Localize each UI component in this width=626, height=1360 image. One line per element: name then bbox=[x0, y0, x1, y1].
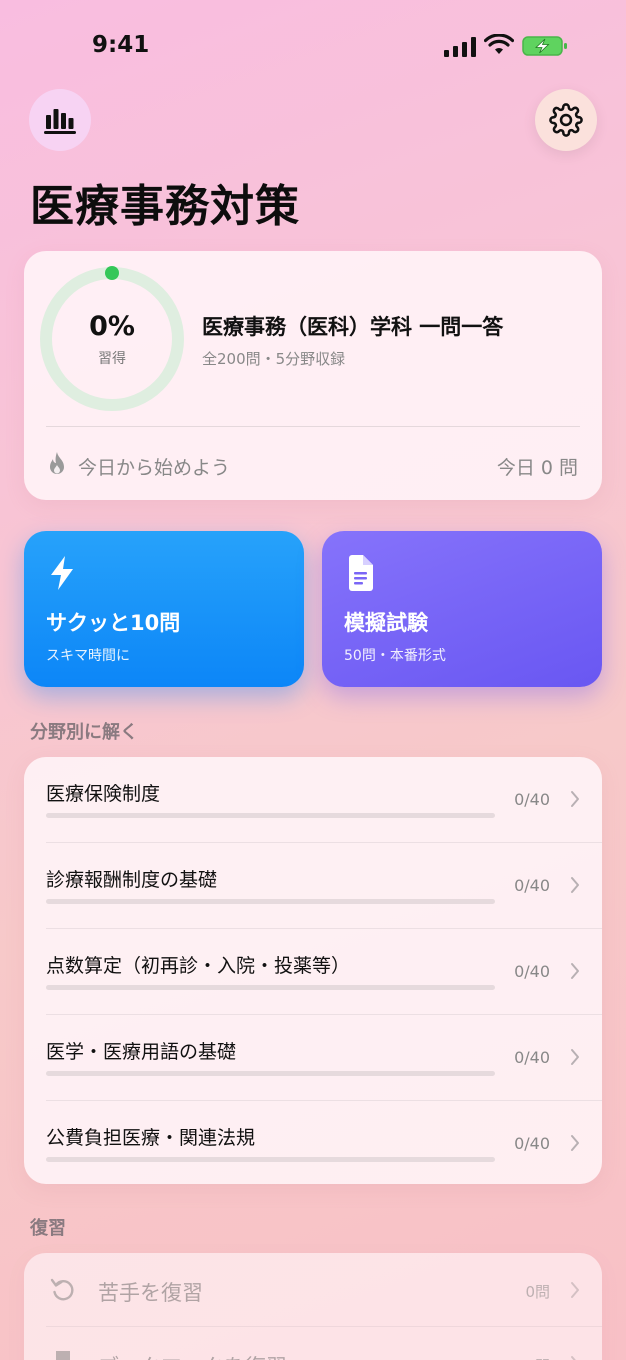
mastery-caption: 習得 bbox=[98, 351, 126, 367]
category-name: 医学・医療用語の基礎 bbox=[46, 1041, 237, 1063]
quick-ten-button[interactable]: サクッと10問 スキマ時間に bbox=[24, 531, 304, 687]
undo-icon bbox=[50, 1278, 74, 1301]
mastery-percent: 0% bbox=[89, 311, 135, 342]
category-row[interactable]: 公費負担医療・関連法規 0/40 bbox=[24, 1101, 602, 1184]
chevron-right-icon bbox=[571, 1049, 579, 1065]
card-divider bbox=[46, 426, 580, 427]
review-bookmark-label: ブックマークを復習 bbox=[98, 1351, 287, 1360]
quick-ten-title: サクッと10問 bbox=[46, 611, 181, 635]
chevron-right-icon bbox=[571, 1135, 579, 1151]
category-count: 0/40 bbox=[514, 1048, 550, 1067]
today-count: 今日 0 問 bbox=[496, 457, 578, 479]
flame-icon bbox=[50, 452, 64, 474]
gear-icon bbox=[549, 103, 583, 137]
mock-exam-button[interactable]: 模擬試験 50問・本番形式 bbox=[322, 531, 602, 687]
category-progress-bar bbox=[46, 899, 495, 904]
settings-button[interactable] bbox=[535, 89, 597, 151]
category-progress-bar bbox=[46, 985, 495, 990]
category-row[interactable]: 点数算定（初再診・入院・投薬等） 0/40 bbox=[24, 929, 602, 1015]
review-row-weak[interactable]: 苦手を復習 0問 bbox=[24, 1253, 602, 1327]
page-title: 医療事務対策 bbox=[30, 181, 300, 232]
category-progress-bar bbox=[46, 813, 495, 818]
review-section-label: 復習 bbox=[30, 1218, 66, 1239]
review-row-bookmark[interactable]: ブックマークを復習 0問 bbox=[24, 1327, 602, 1360]
review-list: 苦手を復習 0問 ブックマークを復習 0問 bbox=[24, 1253, 602, 1360]
chevron-right-icon bbox=[571, 791, 579, 807]
wifi-icon bbox=[484, 34, 514, 54]
category-progress-bar bbox=[46, 1071, 495, 1076]
categories-section-label: 分野別に解く bbox=[30, 722, 138, 743]
course-title: 医療事務（医科）学科 一問一答 bbox=[202, 315, 504, 339]
category-name: 点数算定（初再診・入院・投薬等） bbox=[46, 955, 351, 977]
category-row[interactable]: 医学・医療用語の基礎 0/40 bbox=[24, 1015, 602, 1101]
review-weak-label: 苦手を復習 bbox=[98, 1281, 203, 1305]
category-name: 公費負担医療・関連法規 bbox=[46, 1127, 256, 1149]
category-name: 診療報酬制度の基礎 bbox=[46, 869, 218, 891]
chevron-right-icon bbox=[571, 877, 579, 893]
review-bookmark-count: 0問 bbox=[525, 1355, 550, 1360]
progress-card[interactable]: 0% 習得 医療事務（医科）学科 一問一答 全200問・5分野収録 今日から始め… bbox=[24, 251, 602, 500]
stats-button[interactable] bbox=[29, 89, 91, 151]
mock-exam-title: 模擬試験 bbox=[344, 611, 428, 635]
category-row[interactable]: 医療保険制度 0/40 bbox=[24, 757, 602, 843]
category-progress-bar bbox=[46, 1157, 495, 1162]
bookmark-icon bbox=[56, 1351, 70, 1360]
mock-exam-subtitle: 50問・本番形式 bbox=[344, 648, 446, 664]
document-icon bbox=[349, 555, 373, 591]
category-count: 0/40 bbox=[514, 790, 550, 809]
chevron-right-icon bbox=[571, 1356, 576, 1360]
chevron-right-icon bbox=[571, 1282, 579, 1298]
category-count: 0/40 bbox=[514, 962, 550, 981]
category-count: 0/40 bbox=[514, 876, 550, 895]
status-bar: 9:41 bbox=[0, 0, 626, 90]
cellular-signal-icon bbox=[444, 37, 476, 57]
course-subtitle: 全200問・5分野収録 bbox=[202, 350, 346, 368]
chevron-right-icon bbox=[571, 963, 579, 979]
category-row[interactable]: 診療報酬制度の基礎 0/40 bbox=[24, 843, 602, 929]
quick-ten-subtitle: スキマ時間に bbox=[46, 648, 130, 664]
streak-text: 今日から始めよう bbox=[78, 457, 231, 479]
battery-charging-icon bbox=[522, 36, 567, 56]
status-time: 9:41 bbox=[92, 32, 150, 58]
category-count: 0/40 bbox=[514, 1134, 550, 1153]
lightning-icon bbox=[51, 556, 73, 590]
bar-chart-icon bbox=[44, 109, 76, 134]
review-weak-count: 0問 bbox=[525, 1283, 550, 1301]
category-name: 医療保険制度 bbox=[46, 783, 161, 805]
category-list: 医療保険制度 0/40 診療報酬制度の基礎 0/40 点数算定（初再診・入院・投… bbox=[24, 757, 602, 1184]
